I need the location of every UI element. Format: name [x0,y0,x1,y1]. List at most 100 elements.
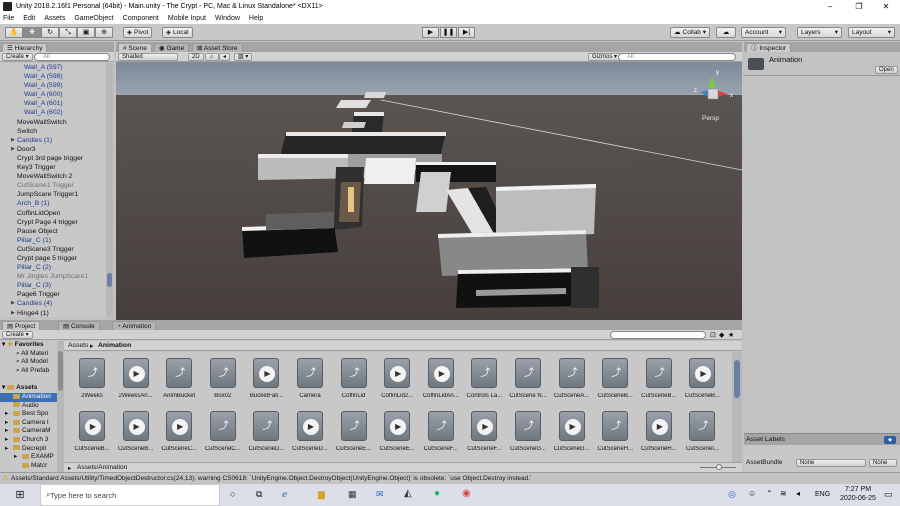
folder-item[interactable]: ▸ CameraM [0,427,64,436]
asset-grid-scrollbar[interactable] [732,352,742,462]
folder-item[interactable]: Audio [0,402,64,411]
label-tag-icon[interactable]: ◆ [884,436,896,444]
hierarchy-scrollbar[interactable] [106,63,113,317]
folder-item[interactable]: ▸ Decrepit [0,445,64,454]
scene-view[interactable]: y x z Persp [116,62,742,320]
hierarchy-item[interactable]: Pillar_C (1) [0,236,112,245]
hierarchy-item[interactable]: JumpScare Trigger1 [0,190,112,199]
status-bar[interactable]: ⚠ Assets/Standard Assets/Utility/TimedOb… [0,472,900,484]
hierarchy-item[interactable]: CutScene3 Trigger [0,245,112,254]
animator-controller-asset[interactable]: ⤴ CutSceneH... [595,411,635,461]
asset-bundle-dropdown[interactable]: None [796,459,866,467]
play-button[interactable]: ▶ [422,27,439,38]
menu-window[interactable]: Window [215,15,240,22]
hierarchy-item[interactable]: ▶ Hinge4 (1) [0,309,112,317]
menu-gameobject[interactable]: GameObject [74,15,113,22]
animation-clip-asset[interactable]: ▶ CutSceneH... [639,411,679,461]
clock-time[interactable]: 7:27 PM [840,486,876,493]
expand-arrow-icon[interactable]: ▸ [14,453,17,462]
menu-component[interactable]: Component [123,15,159,22]
animator-controller-asset[interactable]: ⤴ CutSceneI... [682,411,722,461]
windows-start-icon[interactable]: ⊞ [0,484,40,506]
hierarchy-item[interactable]: Wall_A (601) [0,99,112,108]
expand-arrow-icon[interactable]: ▸ [5,419,8,428]
cortana-icon[interactable]: ○ [230,489,235,499]
animator-controller-asset[interactable]: ⤴ CoffinLid [334,358,374,408]
show-hidden-icons[interactable]: ⌃ [766,489,773,498]
folder-item[interactable]: ▸ Best Spo [0,410,64,419]
chrome-icon[interactable]: ◉ [462,488,471,499]
collab-button[interactable]: ☁ Collab ▾ [670,27,710,38]
animator-controller-asset[interactable]: ⤴ CutSceneG... [508,411,548,461]
folder-item[interactable]: ▸ Camera I [0,419,64,428]
hierarchy-item[interactable]: ▶ Door3 [0,145,112,154]
menu-assets[interactable]: Assets [44,15,65,22]
notification-icon[interactable]: ▭ [884,489,893,500]
hierarchy-search-input[interactable]: All [34,53,110,61]
expand-arrow-icon[interactable]: ▸ [5,436,8,445]
animation-clip-asset[interactable]: ▶ CutSceneB... [682,358,722,408]
layers-dropdown[interactable]: Layers ▾ [797,27,842,38]
breadcrumb-assets[interactable]: Assets [68,342,88,349]
breadcrumb-animation[interactable]: Animation [98,342,131,349]
slider-thumb[interactable] [716,464,722,470]
animation-clip-asset[interactable]: ▶ CutSceneD... [290,411,330,461]
animation-clip-asset[interactable]: ▶ CutSceneF... [464,411,504,461]
shading-dropdown[interactable]: Shaded [118,53,178,61]
animation-clip-asset[interactable]: ▶ CutSceneB... [116,411,156,461]
assets-header[interactable]: ▾ Assets [0,384,64,393]
language-indicator[interactable]: ENG [815,491,830,498]
hierarchy-item[interactable]: Pause Object [0,227,112,236]
layout-dropdown[interactable]: Layout ▾ [848,27,895,38]
hierarchy-item[interactable]: Crypt 3rd page trigger [0,154,112,163]
scrollbar-thumb[interactable] [107,273,112,287]
hierarchy-item[interactable]: Key3 Trigger [0,163,112,172]
menu-file[interactable]: File [3,15,14,22]
animator-controller-asset[interactable]: ⤴ Box02 [203,358,243,408]
hierarchy-item[interactable]: Pillar_C (3) [0,281,112,290]
expand-arrow-icon[interactable]: ▶ [11,145,15,154]
effects-dropdown[interactable]: ▨ ▾ [234,53,253,61]
spotify-icon[interactable]: ● [434,488,440,499]
folder-item[interactable]: ▸ Church 3 [0,436,64,445]
task-view-icon[interactable]: ⧉ [256,489,262,500]
favorites-header[interactable]: ▾ ★ Favorites [0,341,64,350]
scene-viewport[interactable]: y x z Persp [116,62,742,320]
animator-controller-asset[interactable]: ⤴ 2Weeks [72,358,112,408]
favorite-item[interactable]: ⌕ All Prefab [0,367,64,376]
edge-icon[interactable]: ℯ [282,489,287,500]
scrollbar-thumb[interactable] [734,360,740,398]
animator-controller-asset[interactable]: ⤴ CutSceneF... [421,411,461,461]
folder-item[interactable]: Matcr [0,462,64,471]
transform-tool-icon[interactable]: ⊕ [95,27,113,38]
volume-icon[interactable]: ◂ [796,489,800,498]
hierarchy-item[interactable]: Mr Jingles JumpScare1 [0,272,112,281]
hierarchy-item[interactable]: CutScene1 Trigger [0,181,112,190]
animator-controller-asset[interactable]: ⤴ CutSceneB... [639,358,679,408]
hierarchy-item[interactable]: ▶ Candles (4) [0,299,112,308]
expand-arrow-icon[interactable]: ▶ [11,309,15,317]
mode-2d-toggle[interactable]: 2D [188,53,204,61]
hand-tool-icon[interactable]: ✋ [5,27,23,38]
gizmos-dropdown[interactable]: Gizmos ▾ [588,53,622,61]
network-app-icon[interactable]: ◎ [728,489,736,500]
maximize-button[interactable]: ❐ [845,0,873,13]
hierarchy-item[interactable]: Wall_A (597) [0,63,112,72]
hierarchy-item[interactable]: CoffinLidOpen [0,209,112,218]
open-button[interactable]: Open [875,66,898,74]
hierarchy-item[interactable]: Page6 Trigger [0,290,112,299]
menu-edit[interactable]: Edit [23,15,35,22]
clock-date[interactable]: 2020-06-25 [835,495,881,502]
people-icon[interactable]: ☺ [748,489,756,498]
project-search-input[interactable] [610,331,706,339]
asset-bundle-variant-dropdown[interactable]: None [869,459,897,467]
hierarchy-item[interactable]: MoveWallSwitch [0,118,112,127]
scale-tool-icon[interactable]: ⤡ [59,27,77,38]
animator-controller-asset[interactable]: ⤴ Controls La... [464,358,504,408]
account-dropdown[interactable]: Account ▾ [741,27,786,38]
animator-controller-asset[interactable]: ⤴ AnimBucket [159,358,199,408]
pause-button[interactable]: ❚❚ [440,27,457,38]
file-explorer-icon[interactable]: ▆ [318,489,325,500]
pivot-toggle[interactable]: ◈ Pivot [123,27,153,38]
hierarchy-item[interactable]: Arch_B (1) [0,199,112,208]
